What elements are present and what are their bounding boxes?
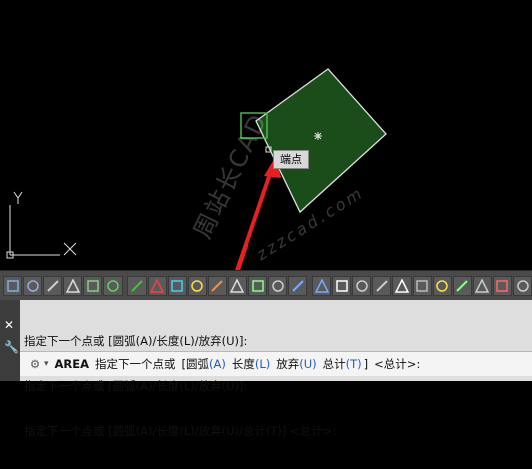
measure-icon[interactable]	[332, 275, 352, 296]
stretch-icon[interactable]	[372, 275, 392, 296]
region-icon[interactable]	[147, 275, 167, 296]
command-name: AREA	[54, 357, 90, 371]
history-line: 指定下一个点或 [圆弧(A)/长度(L)/放弃(U)]:	[24, 334, 248, 348]
gear-icon[interactable]: ⚙	[26, 357, 44, 371]
command-history: 指定下一个点或 [圆弧(A)/长度(L)/放弃(U)]: 指定下一个点或 [圆弧…	[24, 304, 336, 469]
option-length[interactable]: 长度(L)	[232, 356, 270, 372]
wrench-icon[interactable]: 🔧	[4, 340, 19, 354]
layers-icon[interactable]	[103, 275, 123, 296]
point-icon[interactable]	[207, 275, 227, 296]
toolbar	[0, 270, 532, 300]
layout-icon[interactable]	[3, 275, 23, 296]
circle-icon[interactable]	[127, 275, 147, 296]
chevron-down-icon[interactable]: ▾	[44, 359, 49, 369]
default-option: <总计>:	[374, 357, 421, 371]
grid-icon[interactable]	[63, 275, 83, 296]
copy-icon[interactable]	[412, 275, 432, 296]
option-undo[interactable]: 放弃(U)	[276, 356, 316, 372]
table-icon[interactable]	[288, 275, 308, 296]
trim-icon[interactable]	[492, 275, 513, 296]
bracket-close: ]	[363, 357, 369, 371]
dim-icon[interactable]	[227, 275, 247, 296]
save-icon[interactable]	[23, 275, 43, 296]
option-arc[interactable]: 圆弧(A)	[186, 356, 226, 372]
pen-icon[interactable]	[432, 275, 452, 296]
move-icon[interactable]	[167, 275, 187, 296]
mirror-icon[interactable]	[268, 275, 288, 296]
edit-icon[interactable]	[452, 275, 472, 296]
array-icon[interactable]	[187, 275, 207, 296]
dashed-box-icon[interactable]	[392, 275, 412, 296]
snap-icon[interactable]	[83, 275, 103, 296]
offset-icon[interactable]	[472, 275, 492, 296]
command-sidebar: ✕ 🔧	[0, 300, 20, 381]
command-input-line[interactable]: ⚙ ▾ AREA 指定下一个点或 [ 圆弧(A) 长度(L) 放弃(U) 总计(…	[20, 351, 532, 376]
option-total[interactable]: 总计(T)	[323, 356, 362, 372]
close-icon[interactable]: ✕	[4, 318, 14, 332]
align-icon[interactable]	[247, 275, 268, 296]
prompt-text: 指定下一个点或	[95, 357, 176, 371]
arc-icon[interactable]	[513, 275, 532, 296]
history-line: 指定下一个点或 [圆弧(A)/长度(L)/放弃(U)]:	[24, 379, 248, 393]
history-line: 指定下一个点或 [圆弧(A)/长度(L)/放弃(U)/总计(T)] <总计>:	[24, 424, 337, 438]
line-icon[interactable]	[352, 275, 372, 296]
table2-icon[interactable]	[312, 275, 332, 296]
link-icon[interactable]	[43, 275, 63, 296]
